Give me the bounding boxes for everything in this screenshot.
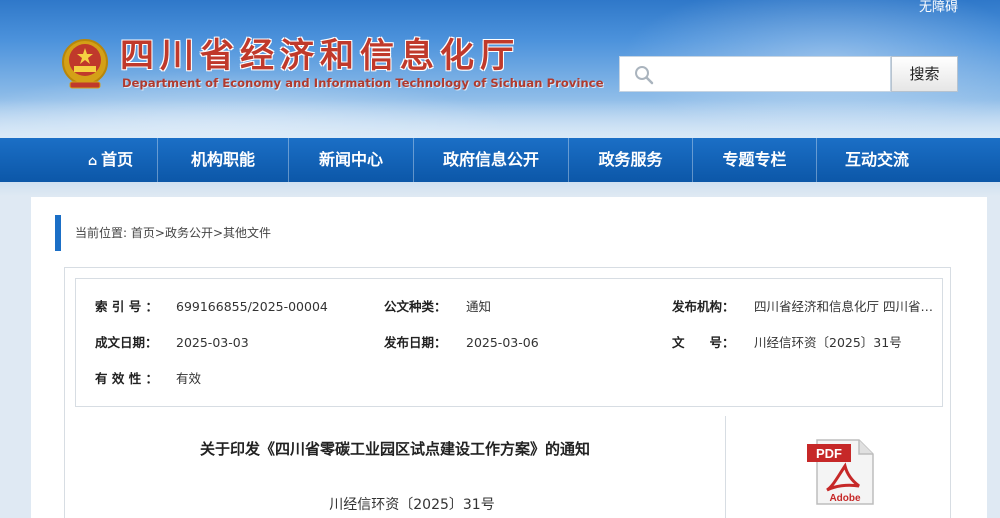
- site-title-english: Department of Economy and Information Te…: [122, 76, 604, 90]
- meta-index-value: 699166855/2025-00004: [176, 299, 328, 314]
- meta-created-value: 2025-03-03: [176, 335, 249, 350]
- meta-category-value: 通知: [466, 299, 492, 314]
- search-box: [619, 56, 891, 92]
- main-content: 当前位置: 首页>政务公开>其他文件 索 引 号 ： 699166855/202…: [31, 197, 987, 518]
- meta-created-label: 成文日期：: [95, 335, 158, 350]
- meta-docno-value: 川经信环资〔2025〕31号: [754, 335, 902, 350]
- meta-category-label: 公文种类：: [384, 299, 447, 314]
- breadcrumb: 当前位置: 首页>政务公开>其他文件: [55, 215, 271, 251]
- search-button[interactable]: 搜索: [891, 56, 958, 92]
- nav-item-functions[interactable]: 机构职能: [158, 138, 289, 182]
- column-divider: [725, 416, 726, 518]
- breadcrumb-separator: >: [212, 226, 224, 240]
- nav-shadow: [0, 182, 1000, 196]
- meta-validity-label: 有 效 性 ：: [95, 371, 159, 386]
- accessibility-link[interactable]: 无障碍: [919, 0, 958, 16]
- main-nav: ⌂ 首页 机构职能 新闻中心 政府信息公开 政务服务 专题专栏 互动交流: [0, 138, 1000, 182]
- home-icon: ⌂: [87, 154, 98, 169]
- breadcrumb-gov-open[interactable]: 政务公开: [165, 226, 213, 240]
- header-decoration: [0, 100, 1000, 138]
- breadcrumb-prefix: 当前位置:: [75, 226, 128, 240]
- article-title: 关于印发《四川省零碳工业园区试点建设工作方案》的通知: [199, 440, 590, 458]
- document-meta-table: 索 引 号 ： 699166855/2025-00004 公文种类： 通知 发布…: [75, 278, 943, 407]
- meta-published-value: 2025-03-06: [466, 335, 539, 350]
- nav-item-home[interactable]: ⌂ 首页: [64, 138, 158, 182]
- pdf-label: PDF: [816, 446, 842, 461]
- breadcrumb-home[interactable]: 首页: [131, 226, 155, 240]
- nav-item-news[interactable]: 新闻中心: [289, 138, 414, 182]
- national-emblem-icon: [62, 39, 108, 89]
- site-title: 四川省经济和信息化厅: [120, 36, 520, 76]
- nav-item-services[interactable]: 政务服务: [569, 138, 693, 182]
- search-icon: [635, 66, 654, 85]
- article-panel: 索 引 号 ： 699166855/2025-00004 公文种类： 通知 发布…: [64, 267, 951, 518]
- meta-publisher-value: 四川省经济和信息化厅 四川省生…: [754, 299, 940, 314]
- meta-validity-value: 有效: [176, 371, 202, 386]
- meta-published-label: 发布日期：: [384, 335, 447, 350]
- adobe-label: Adobe: [829, 493, 861, 504]
- meta-docno-label: 文 号：: [672, 335, 735, 350]
- nav-item-interaction[interactable]: 互动交流: [817, 138, 937, 182]
- article-doc-number: 川经信环资〔2025〕31号: [329, 497, 495, 513]
- meta-index-label: 索 引 号 ：: [95, 299, 159, 314]
- nav-item-label: 首页: [101, 150, 134, 169]
- meta-publisher-label: 发布机构：: [672, 299, 735, 314]
- search-input[interactable]: [664, 61, 884, 87]
- pdf-icon[interactable]: PDF Adobe: [807, 438, 877, 506]
- breadcrumb-separator: >: [154, 226, 165, 240]
- breadcrumb-other-files[interactable]: 其他文件: [223, 226, 271, 240]
- site-header: 无障碍 四川省经济和信息化厅 Department of Economy and…: [0, 0, 1000, 138]
- nav-item-topics[interactable]: 专题专栏: [693, 138, 817, 182]
- nav-item-gov-info[interactable]: 政府信息公开: [414, 138, 569, 182]
